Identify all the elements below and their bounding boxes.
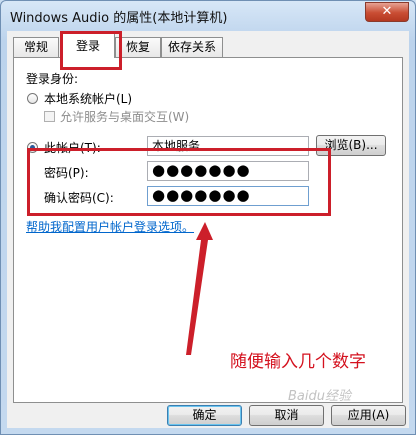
password-fields-highlight <box>27 148 331 216</box>
close-button[interactable]: ✕ <box>365 2 409 22</box>
title-bar[interactable]: Windows Audio 的属性(本地计算机) ✕ <box>1 1 415 29</box>
tab-general[interactable]: 常规 <box>13 37 59 57</box>
cancel-button[interactable]: 取消 <box>249 405 324 426</box>
ok-button[interactable]: 确定 <box>167 405 242 426</box>
local-system-label: 本地系统帐户(L) <box>44 92 133 106</box>
allow-desktop-checkbox[interactable] <box>44 111 55 122</box>
window-title: Windows Audio 的属性(本地计算机) <box>10 11 228 26</box>
logon-as-label: 登录身份: <box>26 72 79 86</box>
help-configure-link[interactable]: 帮助我配置用户帐户登录选项。 <box>26 218 194 235</box>
watermark-text: Baidu经验 <box>288 389 351 404</box>
allow-desktop-label: 允许服务与桌面交互(W) <box>60 110 190 124</box>
logon-tab-highlight <box>60 31 122 70</box>
apply-button[interactable]: 应用(A) <box>331 405 406 426</box>
close-icon: ✕ <box>381 4 393 19</box>
tab-dependencies[interactable]: 依存关系 <box>161 37 223 57</box>
local-system-radio[interactable] <box>27 93 38 104</box>
annotation-text: 随便输入几个数字 <box>230 352 366 372</box>
